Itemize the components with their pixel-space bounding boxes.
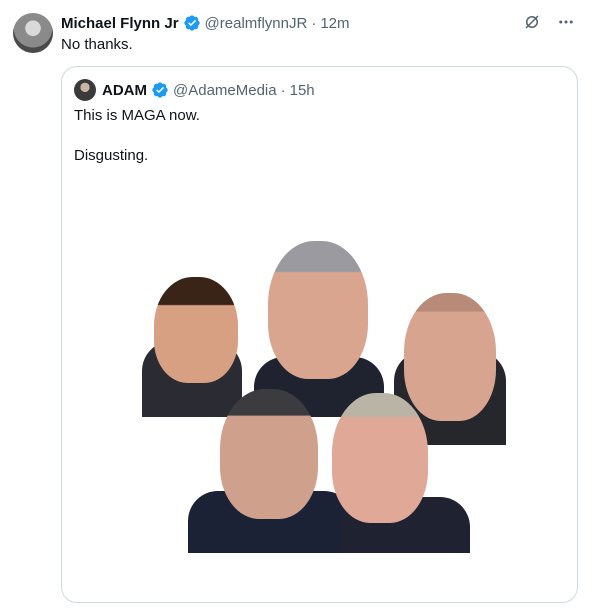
quoted-author-handle[interactable]: @AdameMedia bbox=[173, 82, 277, 99]
quoted-header: ADAM @AdameMedia · 15h bbox=[74, 79, 315, 101]
quoted-tweet[interactable]: ADAM @AdameMedia · 15h This is MAGA now.… bbox=[61, 66, 578, 603]
person-figure bbox=[332, 393, 428, 523]
tweet-header: Michael Flynn Jr @realmflynnJR · 12m bbox=[61, 12, 576, 34]
quoted-text-line: Disgusting. bbox=[74, 147, 149, 164]
quoted-author-avatar[interactable] bbox=[74, 79, 96, 101]
author-handle[interactable]: @realmflynnJR bbox=[205, 15, 308, 32]
author-avatar[interactable] bbox=[13, 13, 53, 53]
quoted-text: This is MAGA now. Disgusting. bbox=[74, 106, 200, 186]
quoted-timestamp[interactable]: 15h bbox=[290, 82, 315, 99]
person-figure bbox=[268, 241, 368, 379]
tweet-text: No thanks. bbox=[61, 36, 133, 53]
tweet-actions bbox=[522, 12, 576, 32]
author-name[interactable]: Michael Flynn Jr bbox=[61, 15, 179, 32]
tweet-timestamp[interactable]: 12m bbox=[320, 15, 349, 32]
quoted-media-image[interactable] bbox=[132, 241, 508, 553]
grok-icon[interactable] bbox=[522, 12, 542, 32]
person-figure bbox=[154, 277, 238, 383]
quoted-text-line: This is MAGA now. bbox=[74, 107, 200, 124]
more-icon[interactable] bbox=[556, 12, 576, 32]
verified-badge-icon bbox=[151, 81, 169, 99]
person-figure bbox=[404, 293, 496, 421]
verified-badge-icon bbox=[183, 14, 201, 32]
quoted-author-name[interactable]: ADAM bbox=[102, 82, 147, 99]
separator-dot: · bbox=[280, 81, 286, 99]
person-figure bbox=[220, 389, 318, 519]
separator-dot: · bbox=[311, 14, 317, 32]
